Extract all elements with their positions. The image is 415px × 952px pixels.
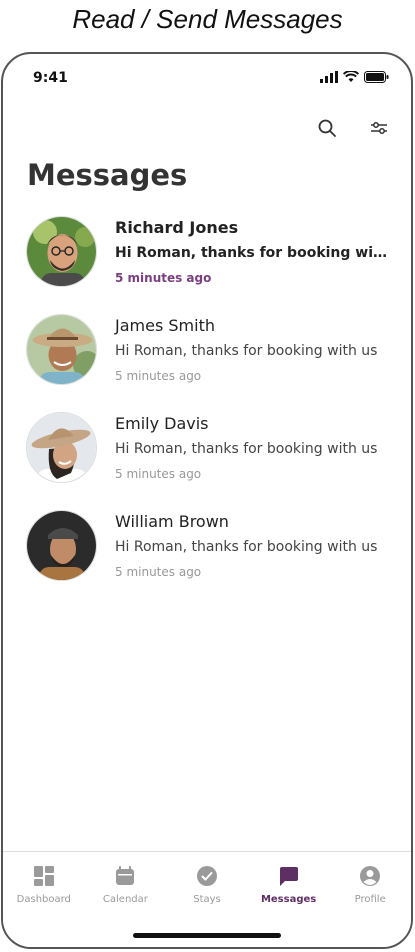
tab-messages[interactable]: Messages	[249, 864, 329, 905]
conversation-list: Richard Jones Hi Roman, thanks for booki…	[3, 214, 411, 606]
contact-name: James Smith	[115, 316, 215, 335]
profile-icon	[358, 864, 382, 888]
status-icons	[320, 71, 389, 83]
message-time: 5 minutes ago	[115, 565, 202, 579]
page-title: Messages	[27, 158, 188, 192]
contact-name: Richard Jones	[115, 218, 239, 237]
phone-frame: 9:41 Messages Richard Jones Hi Roman, th…	[1, 52, 413, 949]
wifi-icon	[343, 71, 359, 83]
signal-icon	[320, 71, 338, 83]
message-preview: Hi Roman, thanks for booking with us	[115, 245, 390, 261]
conversation-item[interactable]: William Brown Hi Roman, thanks for booki…	[3, 508, 411, 606]
home-indicator[interactable]	[133, 933, 281, 938]
contact-name: William Brown	[115, 512, 229, 531]
message-preview: Hi Roman, thanks for booking with us	[115, 343, 378, 359]
avatar	[26, 412, 97, 483]
bottom-tab-bar: Dashboard Calendar Stays Messages Profil…	[3, 851, 411, 947]
tab-calendar[interactable]: Calendar	[85, 864, 165, 905]
status-bar: 9:41	[33, 70, 389, 92]
tab-label: Messages	[260, 894, 317, 905]
avatar	[26, 216, 97, 287]
tab-label: Profile	[354, 894, 386, 905]
tab-stays[interactable]: Stays	[167, 864, 247, 905]
tab-label: Dashboard	[16, 894, 71, 905]
message-preview: Hi Roman, thanks for booking with us	[115, 441, 378, 457]
conversation-item[interactable]: Emily Davis Hi Roman, thanks for booking…	[3, 410, 411, 508]
tab-label: Calendar	[102, 894, 148, 905]
page-caption: Read / Send Messages	[72, 4, 343, 34]
avatar	[26, 314, 97, 385]
status-time: 9:41	[33, 70, 68, 86]
sliders-icon[interactable]	[367, 116, 391, 140]
conversation-item[interactable]: James Smith Hi Roman, thanks for booking…	[3, 312, 411, 410]
calendar-icon	[113, 864, 137, 888]
battery-icon	[364, 71, 389, 83]
tab-dashboard[interactable]: Dashboard	[4, 864, 84, 905]
header-actions	[315, 116, 391, 140]
tab-profile[interactable]: Profile	[330, 864, 410, 905]
conversation-item[interactable]: Richard Jones Hi Roman, thanks for booki…	[3, 214, 411, 312]
stays-icon	[195, 864, 219, 888]
message-time: 5 minutes ago	[115, 467, 202, 481]
dashboard-icon	[32, 864, 56, 888]
message-time: 5 minutes ago	[115, 271, 212, 285]
search-icon[interactable]	[315, 116, 339, 140]
message-time: 5 minutes ago	[115, 369, 202, 383]
contact-name: Emily Davis	[115, 414, 209, 433]
message-preview: Hi Roman, thanks for booking with us	[115, 539, 378, 555]
messages-icon	[277, 864, 301, 888]
tab-label: Stays	[193, 894, 221, 905]
avatar	[26, 510, 97, 581]
